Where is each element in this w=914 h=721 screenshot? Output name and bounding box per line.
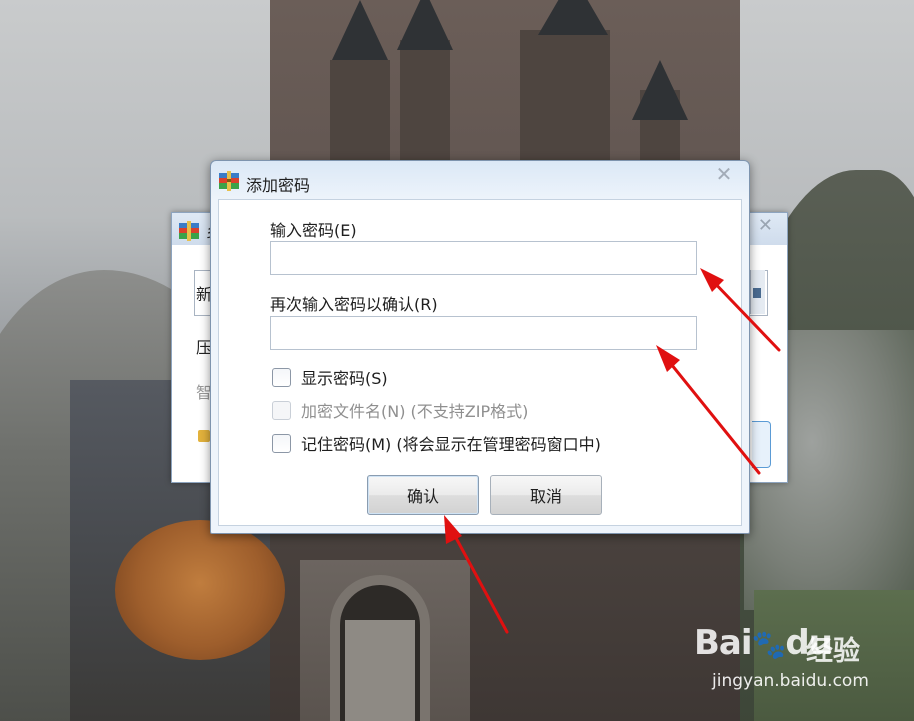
castle-tower (400, 40, 450, 170)
tower-roof (397, 0, 453, 50)
show-password-label: 显示密码(S) (301, 369, 388, 388)
remember-password-option[interactable]: 记住密码(M) (将会显示在管理密码窗口中) (272, 432, 601, 454)
baidu-jingyan-watermark: Bai🐾du 经验 jingyan.baidu.com (694, 623, 884, 703)
jingyan-text: 经验 (806, 636, 860, 667)
confirm-password-input[interactable] (270, 316, 697, 350)
encrypt-filenames-option: 加密文件名(N) (不支持ZIP格式) (272, 399, 528, 421)
castle-tower (520, 30, 610, 170)
encrypt-filenames-label: 加密文件名(N) (不支持ZIP格式) (301, 402, 529, 421)
tower-roof (632, 60, 688, 120)
tower-roof (538, 0, 608, 35)
password-input[interactable] (270, 241, 697, 275)
password-label: 输入密码(E) (270, 221, 357, 240)
show-password-option[interactable]: 显示密码(S) (272, 366, 388, 388)
show-password-checkbox[interactable] (272, 367, 291, 387)
dialog-body: 输入密码(E) 再次输入密码以确认(R) 显示密码(S) 加密文件名(N) (不… (218, 199, 742, 526)
winrar-icon (219, 171, 239, 191)
castle-tower (330, 60, 390, 170)
paw-icon: 🐾 (751, 628, 787, 661)
confirm-password-label: 再次输入密码以确认(R) (270, 295, 438, 314)
ok-button[interactable]: 确认 (367, 475, 479, 515)
dialog-title: 添加密码 (246, 176, 311, 195)
archway-path (345, 620, 415, 721)
browse-icon (753, 288, 761, 298)
close-icon[interactable]: ✕ (713, 164, 735, 184)
cancel-button[interactable]: 取消 (490, 475, 602, 515)
add-password-dialog: 添加密码 ✕ 输入密码(E) 再次输入密码以确认(R) 显示密码(S) 加密文件… (210, 160, 750, 534)
watermark-url: jingyan.baidu.com (712, 671, 869, 691)
close-icon[interactable]: ✕ (758, 215, 773, 236)
tower-roof (332, 0, 388, 60)
browse-button[interactable] (750, 270, 765, 314)
dialog-titlebar[interactable]: 添加密码 ✕ (211, 161, 749, 201)
remember-password-label: 记住密码(M) (将会显示在管理密码窗口中) (301, 435, 601, 454)
autumn-tree (115, 520, 285, 660)
winrar-icon (179, 221, 199, 241)
remember-password-checkbox[interactable] (272, 433, 291, 453)
background-button-edge[interactable] (752, 421, 771, 468)
lock-icon (198, 430, 210, 442)
baidu-brand-text: Bai (694, 623, 753, 663)
encrypt-filenames-checkbox (272, 400, 291, 420)
